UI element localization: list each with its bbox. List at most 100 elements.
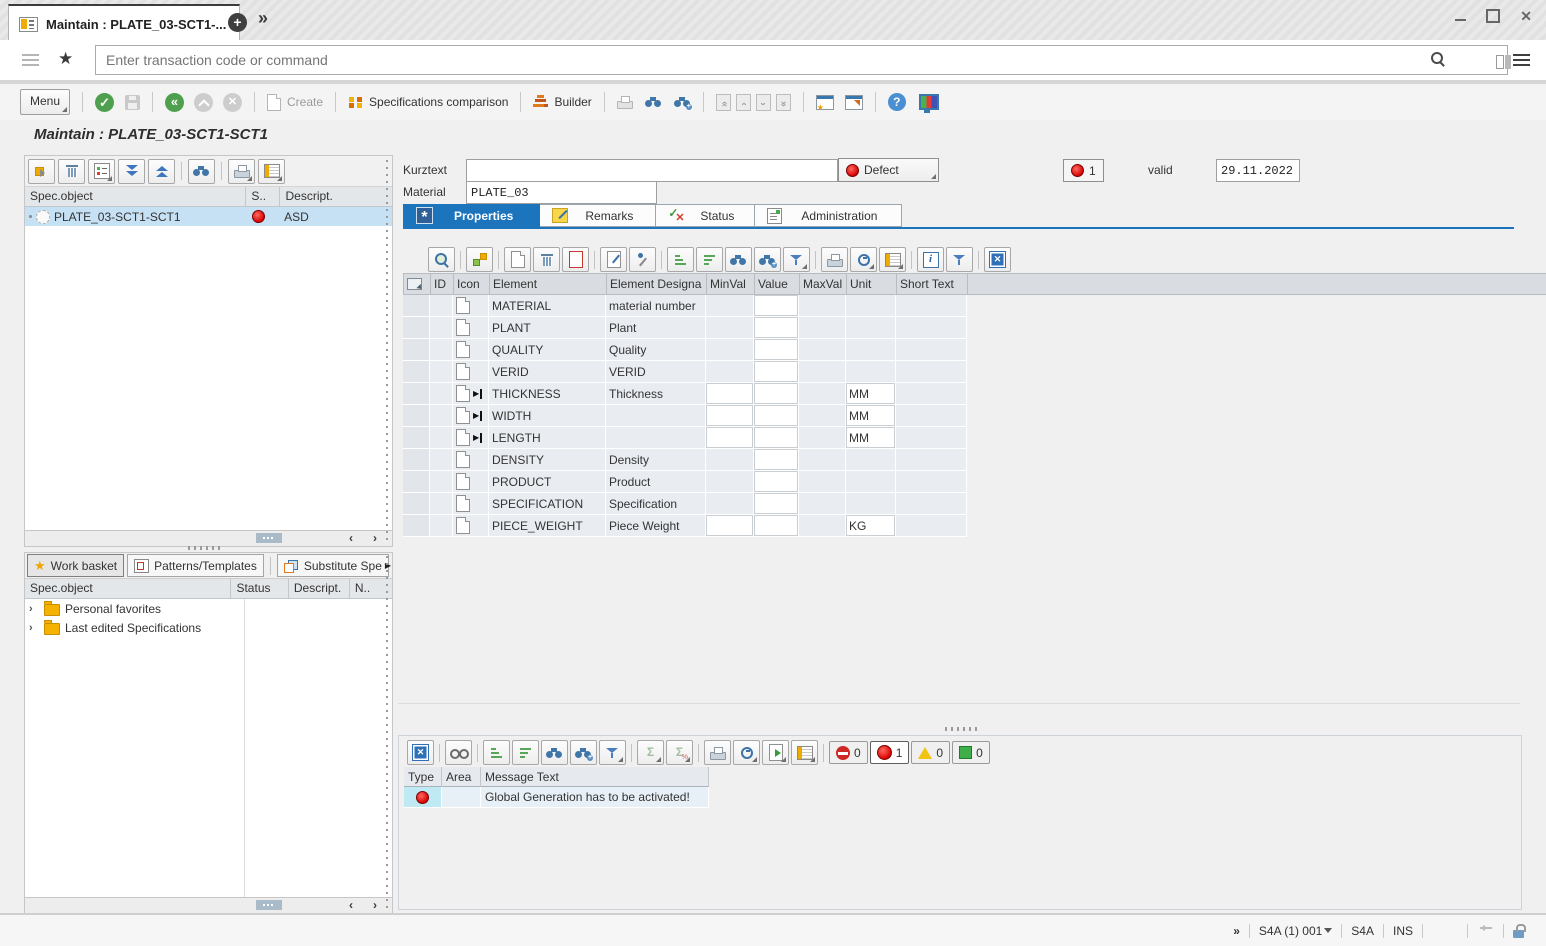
find-button[interactable] bbox=[541, 740, 568, 765]
maximize-button[interactable] bbox=[1486, 9, 1500, 23]
scroll-right-icon[interactable]: › bbox=[368, 531, 382, 545]
horizontal-splitter-grip[interactable] bbox=[188, 546, 224, 550]
unit-cell[interactable]: MM bbox=[846, 383, 896, 405]
info-button[interactable] bbox=[917, 247, 944, 272]
minval-cell[interactable] bbox=[706, 383, 754, 405]
table-row[interactable]: QUALITY Quality bbox=[403, 339, 1546, 361]
value-cell[interactable] bbox=[754, 471, 799, 493]
value-cell[interactable] bbox=[754, 383, 799, 405]
table-row[interactable]: VERID VERID bbox=[403, 361, 1546, 383]
layout-button[interactable] bbox=[791, 740, 818, 765]
lock-icon[interactable] bbox=[1513, 930, 1524, 938]
tree-find-button[interactable] bbox=[188, 159, 215, 184]
print-button[interactable] bbox=[821, 247, 848, 272]
back-icon[interactable] bbox=[165, 93, 184, 112]
expand-all-button[interactable] bbox=[118, 159, 145, 184]
assign-button[interactable] bbox=[28, 159, 55, 184]
column-descript[interactable]: Descript. bbox=[289, 579, 350, 598]
column-element[interactable]: Element bbox=[490, 273, 607, 295]
cancel-icon[interactable] bbox=[223, 93, 242, 112]
find-next-button[interactable] bbox=[754, 247, 781, 272]
sum-button[interactable] bbox=[637, 740, 664, 765]
error-count-button[interactable]: 1 bbox=[1063, 159, 1104, 182]
table-row[interactable]: MATERIAL material number bbox=[403, 295, 1546, 317]
display-options-button[interactable] bbox=[88, 159, 115, 184]
scroll-right-icon[interactable]: › bbox=[368, 898, 382, 912]
folder-personal-favorites[interactable]: Personal favorites bbox=[25, 599, 248, 618]
close-grid-button[interactable] bbox=[984, 247, 1011, 272]
statusbar-overflow-icon[interactable]: » bbox=[1233, 924, 1240, 938]
table-row[interactable]: LENGTH MM bbox=[403, 427, 1546, 449]
system-session-selector[interactable]: S4A (1) 001 bbox=[1259, 924, 1332, 938]
column-designation[interactable]: Element Designa bbox=[607, 273, 707, 295]
new-session-icon[interactable] bbox=[816, 95, 834, 110]
spec-tree-row[interactable]: PLATE_03-SCT1-SCT1 ASD bbox=[25, 207, 392, 226]
column-area[interactable]: Area bbox=[442, 767, 481, 787]
tab-status[interactable]: Status bbox=[656, 204, 755, 227]
stop-count-button[interactable]: 0 bbox=[829, 741, 868, 764]
column-message-text[interactable]: Message Text bbox=[481, 767, 709, 787]
delete-button[interactable] bbox=[58, 159, 85, 184]
horizontal-splitter-grip[interactable] bbox=[945, 727, 981, 731]
minval-cell[interactable] bbox=[706, 427, 754, 449]
scrollbar-thumb[interactable] bbox=[256, 533, 282, 543]
scrollbar-thumb[interactable] bbox=[256, 900, 282, 910]
column-icon[interactable]: Icon bbox=[454, 273, 490, 295]
find-next-icon[interactable] bbox=[674, 96, 691, 108]
filter2-button[interactable] bbox=[946, 247, 973, 272]
collapse-all-button[interactable] bbox=[148, 159, 175, 184]
column-minval[interactable]: MinVal bbox=[707, 273, 755, 295]
unit-cell[interactable]: MM bbox=[846, 427, 896, 449]
tab-properties[interactable]: Properties bbox=[403, 204, 540, 227]
next-page-icon[interactable] bbox=[756, 94, 771, 111]
value-cell[interactable] bbox=[754, 295, 799, 317]
expand-arrow-icon[interactable] bbox=[29, 622, 39, 634]
table-row[interactable]: DENSITY Density bbox=[403, 449, 1546, 471]
export-button[interactable] bbox=[879, 247, 906, 272]
subtotal-button[interactable] bbox=[666, 740, 693, 765]
unit-cell[interactable]: KG bbox=[846, 515, 896, 537]
value-cell[interactable] bbox=[754, 317, 799, 339]
tree-print-button[interactable] bbox=[228, 159, 255, 184]
exit-icon[interactable] bbox=[194, 93, 213, 112]
tab-work-basket[interactable]: Work basket bbox=[27, 554, 124, 577]
check-entries-button[interactable] bbox=[466, 247, 493, 272]
scroll-left-icon[interactable]: ‹ bbox=[344, 898, 358, 912]
tab-overflow-icon[interactable] bbox=[258, 8, 268, 29]
transaction-code-input[interactable] bbox=[95, 45, 1508, 75]
details-button[interactable] bbox=[428, 247, 455, 272]
delete-row-button[interactable] bbox=[533, 247, 560, 272]
minval-cell[interactable] bbox=[706, 515, 754, 537]
find-icon[interactable] bbox=[645, 96, 662, 108]
defect-button[interactable]: Defect bbox=[838, 158, 939, 182]
create-button[interactable]: Create bbox=[267, 94, 323, 111]
views-button[interactable] bbox=[733, 740, 760, 765]
message-row[interactable]: Global Generation has to be activated! bbox=[404, 787, 709, 808]
warning-count-button[interactable]: 0 bbox=[911, 741, 950, 764]
close-messages-button[interactable] bbox=[407, 740, 434, 765]
edit-button[interactable] bbox=[600, 247, 627, 272]
session-tab[interactable]: Maintain : PLATE_03-SCT1-... bbox=[8, 4, 240, 42]
kurztext-input[interactable] bbox=[466, 159, 838, 182]
close-button[interactable] bbox=[1520, 8, 1532, 25]
sort-descending-button[interactable] bbox=[512, 740, 539, 765]
table-row[interactable]: PLANT Plant bbox=[403, 317, 1546, 339]
table-row[interactable]: PIECE_WEIGHT Piece Weight KG bbox=[403, 515, 1546, 537]
previous-page-icon[interactable] bbox=[736, 94, 751, 111]
help-icon[interactable] bbox=[888, 93, 906, 111]
copy-row-button[interactable] bbox=[562, 247, 589, 272]
filter-button[interactable] bbox=[783, 247, 810, 272]
first-page-icon[interactable] bbox=[716, 94, 731, 111]
folder-last-edited[interactable]: Last edited Specifications bbox=[25, 618, 248, 637]
column-status[interactable]: Status bbox=[231, 579, 288, 598]
column-spec-object[interactable]: Spec.object bbox=[25, 187, 246, 206]
minval-cell[interactable] bbox=[706, 405, 754, 427]
column-id[interactable]: ID bbox=[431, 273, 454, 295]
favorites-star-icon[interactable] bbox=[58, 49, 73, 69]
sort-ascending-button[interactable] bbox=[667, 247, 694, 272]
response-time-icon[interactable] bbox=[1477, 925, 1494, 936]
material-input[interactable] bbox=[466, 181, 657, 204]
table-row[interactable]: SPECIFICATION Specification bbox=[403, 493, 1546, 515]
save-icon[interactable] bbox=[125, 95, 140, 110]
views-button[interactable] bbox=[850, 247, 877, 272]
